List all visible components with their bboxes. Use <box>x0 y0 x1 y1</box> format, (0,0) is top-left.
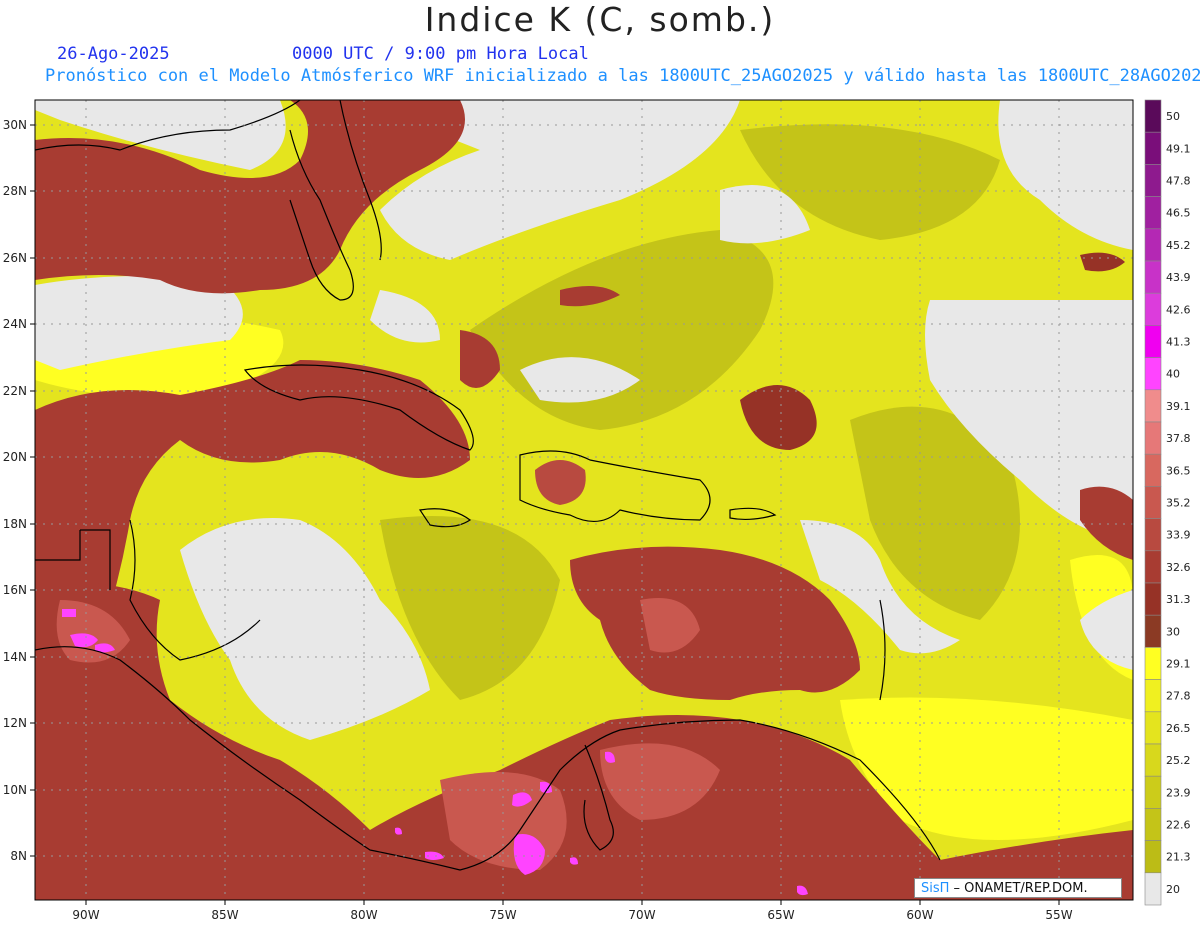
color-legend: 50 49.1 47.8 46.5 45.2 43.9 42.6 41.3 40 39.1 37.8… <box>1144 99 1191 906</box>
legend-label: 45.2 <box>1166 239 1191 252</box>
lat-label: 22N <box>3 384 27 398</box>
legend-swatch <box>1144 582 1162 616</box>
lon-label: 75W <box>489 908 516 922</box>
legend-swatch <box>1144 228 1162 262</box>
legend-label: 21.3 <box>1166 851 1191 864</box>
lat-label: 14N <box>3 650 27 664</box>
legend-swatch <box>1144 453 1162 487</box>
legend-swatch <box>1144 840 1162 874</box>
legend-swatch <box>1144 872 1162 906</box>
legend-swatch <box>1144 99 1162 133</box>
lat-labels: 30N 28N 26N 24N 22N 20N 18N 16N 14N 12N … <box>3 118 27 863</box>
lon-label: 55W <box>1045 908 1072 922</box>
legend-swatch <box>1144 711 1162 745</box>
lon-label: 65W <box>767 908 794 922</box>
legend-swatch <box>1144 164 1162 197</box>
legend-swatch <box>1144 357 1162 391</box>
credit-brand: SisΠ <box>921 881 950 896</box>
legend-swatch <box>1144 421 1162 455</box>
legend-swatch <box>1144 775 1162 809</box>
legend-label: 20 <box>1166 883 1180 896</box>
lat-label: 30N <box>3 118 27 132</box>
lat-label: 18N <box>3 517 27 531</box>
lat-label: 10N <box>3 783 27 797</box>
credit-text: – ONAMET/REP.DOM. <box>949 881 1088 896</box>
legend-label: 22.6 <box>1166 819 1191 832</box>
lat-label: 16N <box>3 583 27 597</box>
legend-label: 23.9 <box>1166 786 1191 799</box>
legend-label: 41.3 <box>1166 336 1191 349</box>
legend-swatch <box>1144 679 1162 713</box>
legend-label: 25.2 <box>1166 754 1191 767</box>
lat-label: 20N <box>3 450 27 464</box>
lat-label: 24N <box>3 317 27 331</box>
legend-label: 32.6 <box>1166 561 1191 574</box>
legend-swatch <box>1144 325 1162 358</box>
legend-swatch <box>1144 260 1162 294</box>
legend-label: 36.5 <box>1166 464 1191 477</box>
legend-swatch <box>1144 808 1162 841</box>
legend-label: 30 <box>1166 625 1180 638</box>
lon-label: 80W <box>350 908 377 922</box>
legend-swatch <box>1144 486 1162 519</box>
lon-label: 85W <box>211 908 238 922</box>
legend-swatch <box>1144 614 1162 648</box>
legend-label: 50 <box>1166 110 1180 123</box>
legend-label: 49.1 <box>1166 142 1191 155</box>
legend-label: 43.9 <box>1166 271 1191 284</box>
legend-label: 33.9 <box>1166 529 1191 542</box>
lat-label: 28N <box>3 184 27 198</box>
legend-label: 31.3 <box>1166 593 1191 606</box>
lat-label: 26N <box>3 251 27 265</box>
legend-swatch <box>1144 647 1162 680</box>
legend-label: 29.1 <box>1166 658 1191 671</box>
legend-swatch <box>1144 550 1162 584</box>
lon-label: 90W <box>72 908 99 922</box>
legend-label: 42.6 <box>1166 303 1191 316</box>
lat-label: 12N <box>3 716 27 730</box>
lat-label: 8N <box>10 849 27 863</box>
legend-swatch <box>1144 292 1162 326</box>
legend-label: 47.8 <box>1166 175 1191 188</box>
legend-label: 39.1 <box>1166 400 1191 413</box>
credit-box: SisΠ – ONAMET/REP.DOM. <box>914 878 1122 898</box>
legend-swatch <box>1144 518 1162 552</box>
legend-label: 40 <box>1166 368 1180 381</box>
legend-swatch <box>1144 389 1162 423</box>
legend-swatch <box>1144 196 1162 230</box>
legend-label: 35.2 <box>1166 497 1191 510</box>
lon-labels: 90W 85W 80W 75W 70W 65W 60W 55W <box>72 908 1072 922</box>
legend-label: 27.8 <box>1166 690 1191 703</box>
legend-swatch <box>1144 131 1162 165</box>
legend-label: 37.8 <box>1166 432 1191 445</box>
lon-label: 70W <box>628 908 655 922</box>
k-index-map: 30N 28N 26N 24N 22N 20N 18N 16N 14N 12N … <box>3 99 1191 922</box>
legend-label: 46.5 <box>1166 207 1191 220</box>
lon-label: 60W <box>906 908 933 922</box>
legend-label: 26.5 <box>1166 722 1191 735</box>
legend-swatch <box>1144 743 1162 777</box>
